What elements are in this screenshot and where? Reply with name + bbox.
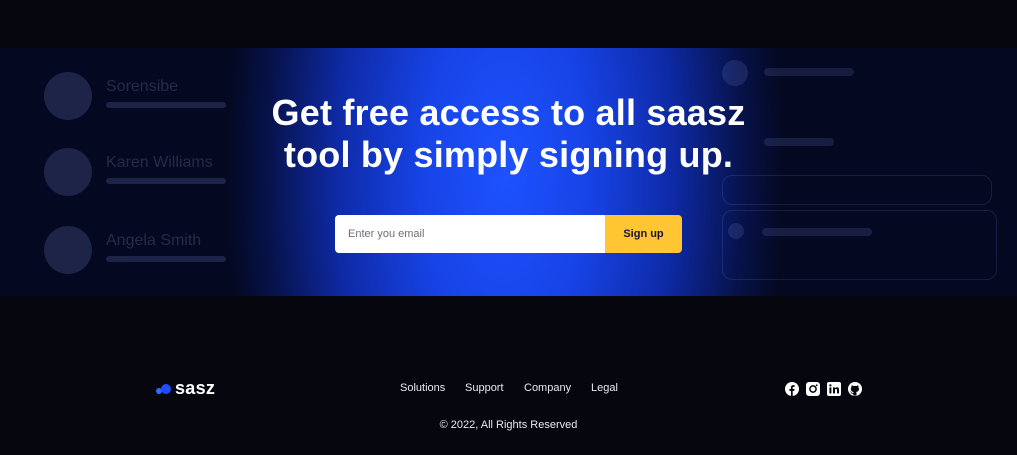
cta-headline: Get free access to all saasz tool by sim… (0, 92, 1017, 176)
logo-mark-icon (156, 382, 172, 396)
signup-cta-banner: Sorensibe Karen Williams Angela Smith Ge… (0, 48, 1017, 296)
page: Sorensibe Karen Williams Angela Smith Ge… (0, 0, 1017, 455)
signup-form: Sign up (335, 215, 682, 253)
facebook-icon[interactable] (785, 382, 799, 396)
copyright-text: © 2022, All Rights Reserved (439, 419, 578, 431)
linkedin-icon[interactable] (827, 382, 841, 396)
bg-dot (728, 223, 744, 239)
bg-testimonial-line (106, 178, 226, 184)
footer-link-support[interactable]: Support (465, 382, 504, 394)
footer-link-company[interactable]: Company (524, 382, 571, 394)
cta-headline-line-2: tool by simply signing up. (283, 134, 734, 175)
avatar (44, 226, 92, 274)
footer-link-solutions[interactable]: Solutions (400, 382, 445, 394)
bg-testimonial-name: Angela Smith (106, 232, 202, 249)
bg-bar (764, 68, 854, 76)
signup-button[interactable]: Sign up (605, 215, 682, 253)
email-field[interactable] (335, 215, 605, 253)
cta-headline-line-1: Get free access to all saasz (271, 92, 746, 133)
bg-card (722, 175, 992, 205)
footer-logo[interactable]: sasz (156, 378, 215, 399)
instagram-icon[interactable] (806, 382, 820, 396)
bg-dot (722, 60, 748, 86)
bg-card (722, 210, 997, 280)
github-icon[interactable] (848, 382, 862, 396)
logo-text: sasz (175, 378, 216, 398)
bg-bar (762, 228, 872, 236)
footer-link-legal[interactable]: Legal (591, 382, 618, 394)
bg-testimonial-line (106, 256, 226, 262)
